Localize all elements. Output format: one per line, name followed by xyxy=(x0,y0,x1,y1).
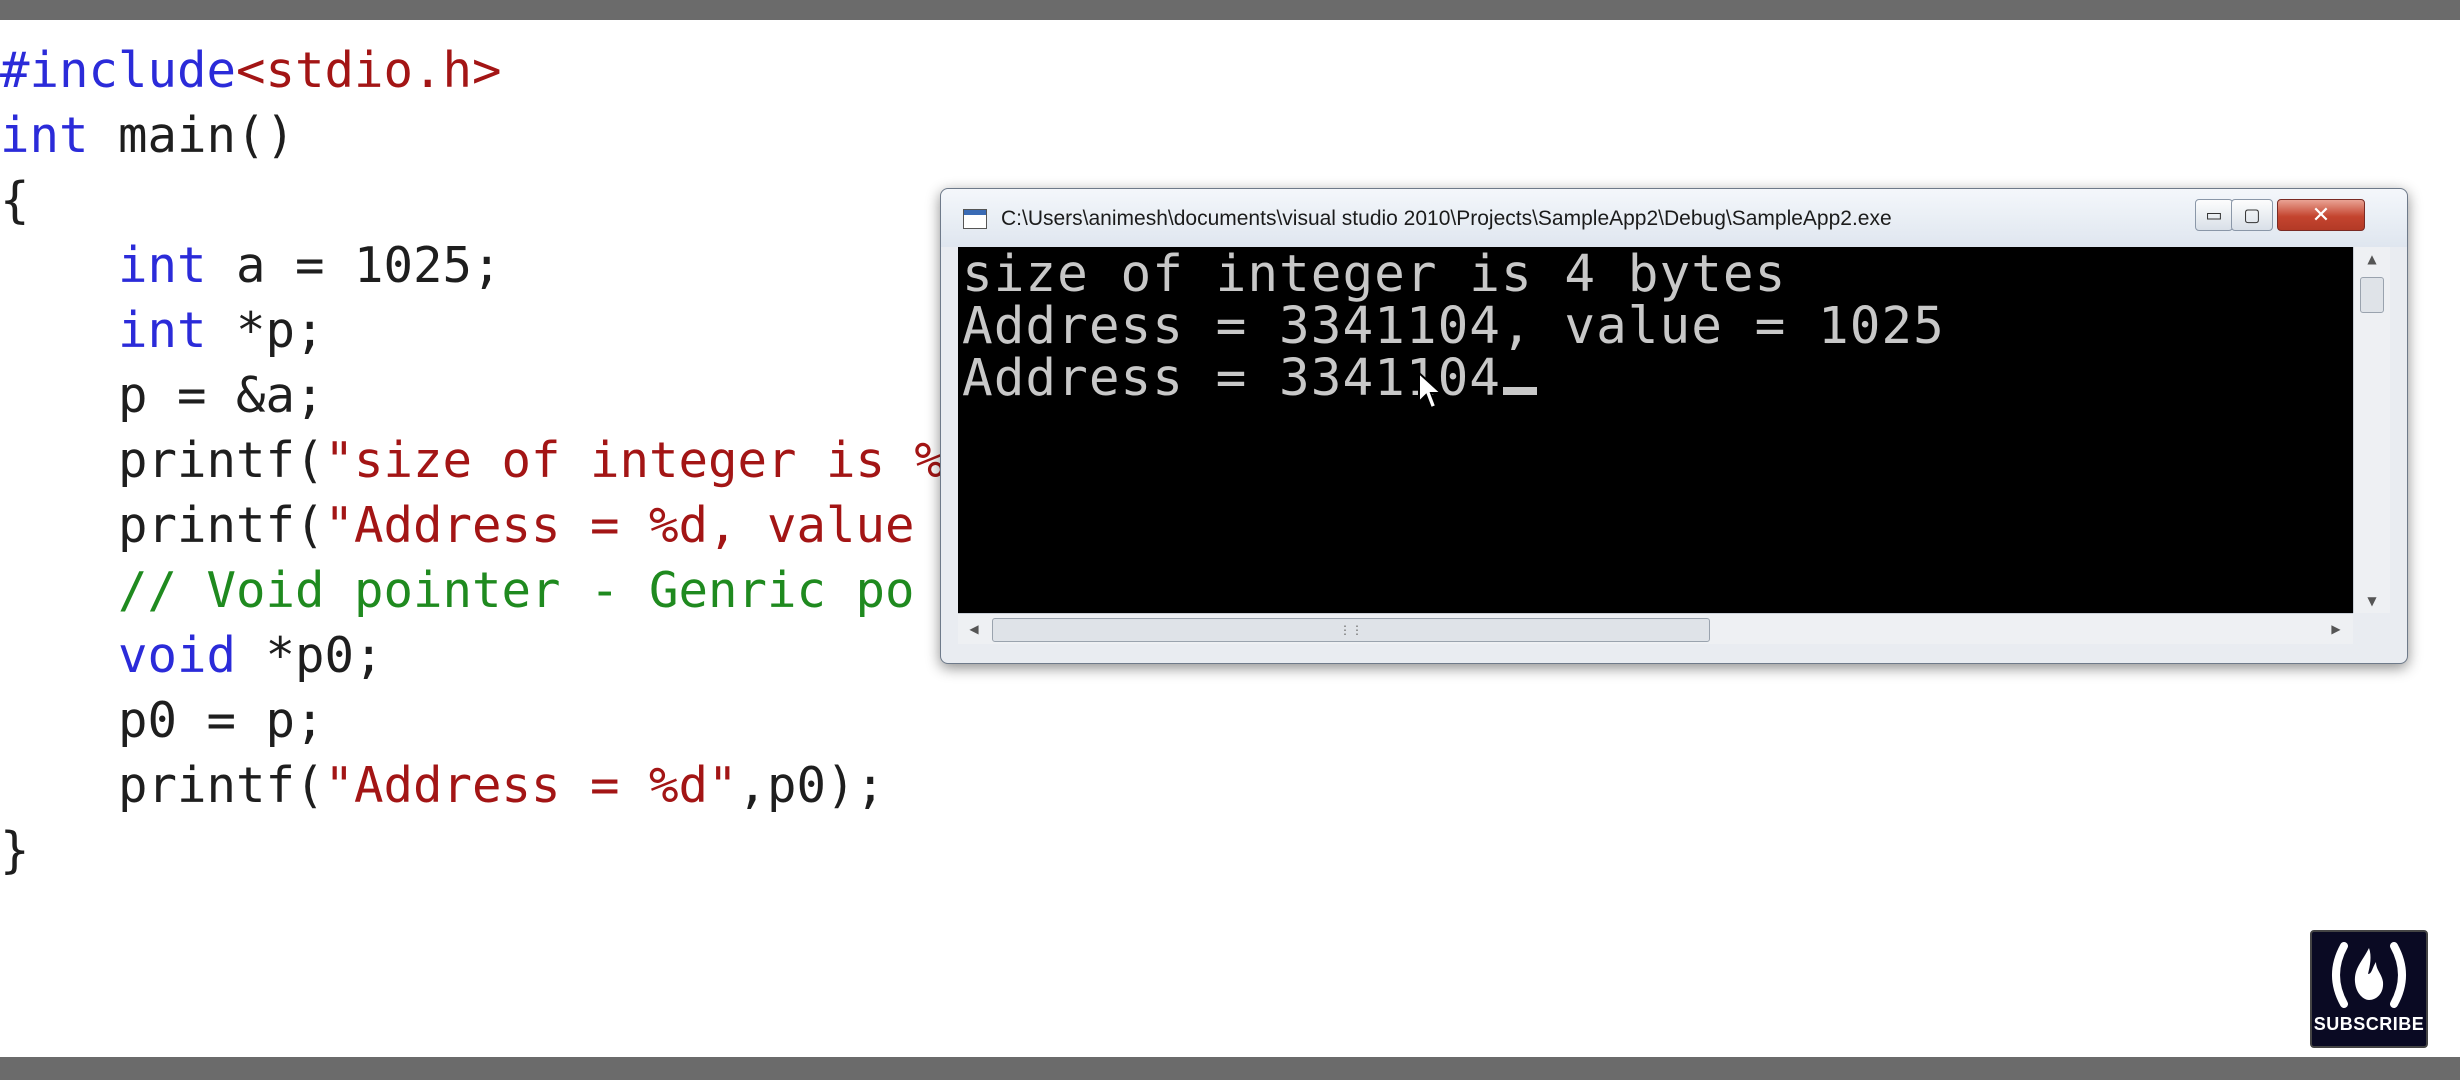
code-text: *p0; xyxy=(236,627,384,684)
console-title: C:\Users\animesh\documents\visual studio… xyxy=(1001,207,1892,230)
close-button[interactable]: ✕ xyxy=(2277,199,2365,231)
top-frame-bar xyxy=(0,0,2460,20)
scroll-right-arrow-icon[interactable]: ▶ xyxy=(2324,617,2348,641)
maximize-icon: ▢ xyxy=(2243,204,2261,226)
console-window[interactable]: C:\Users\animesh\documents\visual studio… xyxy=(940,188,2408,664)
subscribe-label: SUBSCRIBE xyxy=(2313,1014,2425,1034)
code-text: printf( xyxy=(0,497,325,554)
subscribe-badge[interactable]: SUBSCRIBE xyxy=(2310,930,2428,1048)
close-icon: ✕ xyxy=(2311,202,2331,228)
code-preprocessor: #include xyxy=(0,42,237,99)
horizontal-scrollbar[interactable]: ◀ ⋮⋮ ▶ xyxy=(958,613,2353,644)
minimize-icon: ▭ xyxy=(2205,204,2223,226)
scroll-left-arrow-icon[interactable]: ◀ xyxy=(962,617,986,641)
code-keyword: int xyxy=(118,237,207,294)
code-text: { xyxy=(0,172,30,229)
console-titlebar[interactable]: C:\Users\animesh\documents\visual studio… xyxy=(941,189,2407,247)
freecodecamp-flame-icon xyxy=(2332,942,2406,1008)
mouse-pointer-icon xyxy=(1418,372,1444,410)
console-output-area[interactable]: size of integer is 4 bytes Address = 334… xyxy=(958,247,2353,613)
horizontal-scroll-thumb[interactable]: ⋮⋮ xyxy=(992,618,1710,642)
console-app-icon[interactable] xyxy=(963,209,987,229)
code-line: { xyxy=(0,168,30,234)
code-text: main() xyxy=(88,107,296,164)
code-text: } xyxy=(0,822,30,879)
code-keyword: int xyxy=(0,107,89,164)
console-output-line-3: Address = 3341104 xyxy=(962,353,1537,405)
code-comment: // Void pointer - Genric po xyxy=(118,562,915,619)
code-text: *p; xyxy=(206,302,325,359)
code-line: p = &a; xyxy=(0,363,325,429)
maximize-button[interactable]: ▢ xyxy=(2231,199,2273,231)
code-line: printf("size of integer is % xyxy=(0,428,944,494)
minimize-button[interactable]: ▭ xyxy=(2195,199,2233,231)
code-text: p0 = p; xyxy=(0,692,325,749)
console-output-line-1: size of integer is 4 bytes xyxy=(962,247,1787,304)
code-line: } xyxy=(0,818,30,884)
vertical-scroll-thumb[interactable] xyxy=(2360,277,2384,313)
code-keyword: void xyxy=(118,627,237,684)
code-text: printf( xyxy=(0,432,325,489)
code-string: "size of integer is % xyxy=(324,432,945,489)
console-output-line-2: Address = 3341104, value = 1025 xyxy=(962,297,1945,356)
code-line: printf("Address = %d",p0); xyxy=(0,753,885,819)
text-cursor xyxy=(1502,387,1537,395)
code-line: // Void pointer - Genric po xyxy=(0,558,915,624)
scroll-up-arrow-icon[interactable]: ▲ xyxy=(2354,247,2390,271)
code-line: int *p; xyxy=(0,298,325,364)
code-line: printf("Address = %d, value xyxy=(0,493,915,559)
code-line: int a = 1025; xyxy=(0,233,502,299)
code-string: "Address = %d" xyxy=(324,757,738,814)
code-line: int main() xyxy=(0,103,295,169)
vertical-scrollbar[interactable]: ▲ ▼ xyxy=(2353,247,2390,613)
scroll-down-arrow-icon[interactable]: ▼ xyxy=(2354,589,2390,613)
code-string: "Address = %d, value xyxy=(324,497,915,554)
code-text: a = 1025; xyxy=(206,237,502,294)
code-line: #include<stdio.h> xyxy=(0,38,502,104)
code-line: p0 = p; xyxy=(0,688,325,754)
code-text: printf( xyxy=(0,757,325,814)
code-keyword: int xyxy=(118,302,207,359)
code-text: p = &a; xyxy=(0,367,325,424)
bottom-frame-bar xyxy=(0,1057,2460,1080)
code-string: <stdio.h> xyxy=(236,42,502,99)
code-text: ,p0); xyxy=(737,757,886,814)
code-line: void *p0; xyxy=(0,623,384,689)
